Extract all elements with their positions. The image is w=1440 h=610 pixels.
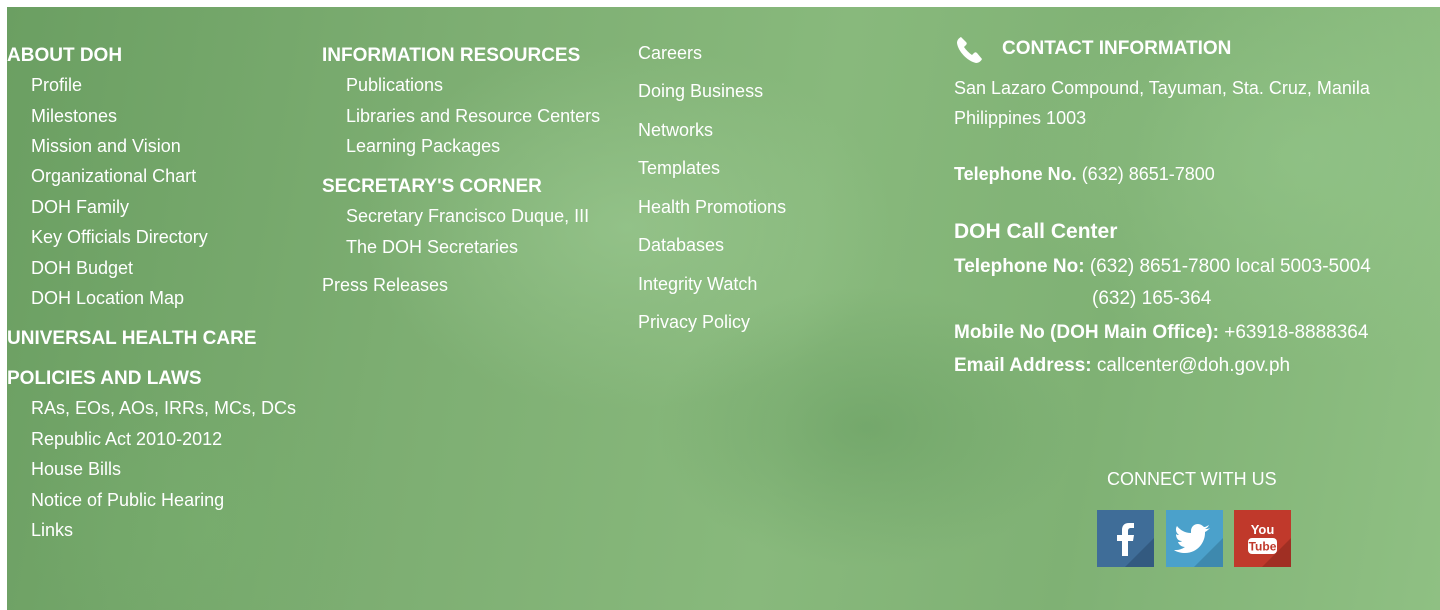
telephone-label: Telephone No. xyxy=(954,164,1077,184)
link-careers[interactable]: Careers xyxy=(638,43,702,64)
link-databases[interactable]: Databases xyxy=(638,235,724,256)
link-privacy-policy[interactable]: Privacy Policy xyxy=(638,312,750,333)
address-line-1: San Lazaro Compound, Tayuman, Sta. Cruz,… xyxy=(954,78,1370,98)
about-heading[interactable]: ABOUT DOH xyxy=(7,45,122,67)
cc-telephone-row: Telephone No: (632) 8651-7800 local 5003… xyxy=(954,256,1371,278)
site-footer: ABOUT DOH Profile Milestones Mission and… xyxy=(7,7,1440,610)
about-link-milestones[interactable]: Milestones xyxy=(31,106,117,127)
facebook-icon[interactable] xyxy=(1097,510,1154,567)
svg-text:You: You xyxy=(1251,522,1275,537)
address-line-2: Philippines 1003 xyxy=(954,108,1087,128)
email-label: Email Address: xyxy=(954,355,1092,376)
telephone-row: Telephone No. (632) 8651-7800 xyxy=(954,164,1215,185)
svg-text:Tube: Tube xyxy=(1249,540,1277,554)
uhc-heading[interactable]: UNIVERSAL HEALTH CARE xyxy=(7,328,256,350)
info-link-learning[interactable]: Learning Packages xyxy=(346,136,500,157)
contact-heading: CONTACT INFORMATION xyxy=(1002,38,1232,59)
secretary-link-secretaries[interactable]: The DOH Secretaries xyxy=(346,237,518,258)
cc-telephone-label: Telephone No: xyxy=(954,256,1085,277)
info-heading[interactable]: INFORMATION RESOURCES xyxy=(322,45,580,67)
policies-heading[interactable]: POLICIES AND LAWS xyxy=(7,368,202,390)
top-border xyxy=(0,0,1440,7)
mobile-value: +63918-8888364 xyxy=(1224,322,1369,343)
secretary-heading[interactable]: SECRETARY'S CORNER xyxy=(322,176,542,198)
link-health-promotions[interactable]: Health Promotions xyxy=(638,197,786,218)
policies-link-public-hearing[interactable]: Notice of Public Hearing xyxy=(31,490,224,511)
press-releases-link[interactable]: Press Releases xyxy=(322,275,448,296)
link-doing-business[interactable]: Doing Business xyxy=(638,81,763,102)
twitter-icon[interactable] xyxy=(1166,510,1223,567)
youtube-icon[interactable]: You Tube xyxy=(1234,510,1291,567)
about-link-budget[interactable]: DOH Budget xyxy=(31,258,133,279)
info-link-libraries[interactable]: Libraries and Resource Centers xyxy=(346,106,600,127)
policies-link-links[interactable]: Links xyxy=(31,520,73,541)
email-value[interactable]: callcenter@doh.gov.ph xyxy=(1097,355,1290,376)
info-link-publications[interactable]: Publications xyxy=(346,75,443,96)
link-networks[interactable]: Networks xyxy=(638,120,713,141)
policies-link-ra-2010[interactable]: Republic Act 2010-2012 xyxy=(31,429,222,450)
mobile-row: Mobile No (DOH Main Office): +63918-8888… xyxy=(954,322,1368,344)
about-link-family[interactable]: DOH Family xyxy=(31,197,129,218)
cc-telephone-value-1: (632) 8651-7800 local 5003-5004 xyxy=(1089,256,1371,277)
phone-icon xyxy=(957,37,982,63)
telephone-value: (632) 8651-7800 xyxy=(1081,164,1215,184)
policies-link-house-bills[interactable]: House Bills xyxy=(31,459,121,480)
email-row: Email Address: callcenter@doh.gov.ph xyxy=(954,355,1290,377)
link-templates[interactable]: Templates xyxy=(638,158,720,179)
call-center-heading: DOH Call Center xyxy=(954,220,1118,243)
mobile-label: Mobile No (DOH Main Office): xyxy=(954,322,1219,343)
link-integrity-watch[interactable]: Integrity Watch xyxy=(638,274,757,295)
about-link-location-map[interactable]: DOH Location Map xyxy=(31,288,184,309)
secretary-link-duque[interactable]: Secretary Francisco Duque, III xyxy=(346,206,589,227)
about-link-profile[interactable]: Profile xyxy=(31,75,82,96)
connect-label: CONNECT WITH US xyxy=(1107,469,1277,489)
policies-link-ras[interactable]: RAs, EOs, AOs, IRRs, MCs, DCs xyxy=(31,398,296,419)
about-link-mission[interactable]: Mission and Vision xyxy=(31,136,181,157)
about-link-officials[interactable]: Key Officials Directory xyxy=(31,227,208,248)
about-link-org-chart[interactable]: Organizational Chart xyxy=(31,166,196,187)
cc-telephone-value-2: (632) 165-364 xyxy=(1092,288,1212,309)
